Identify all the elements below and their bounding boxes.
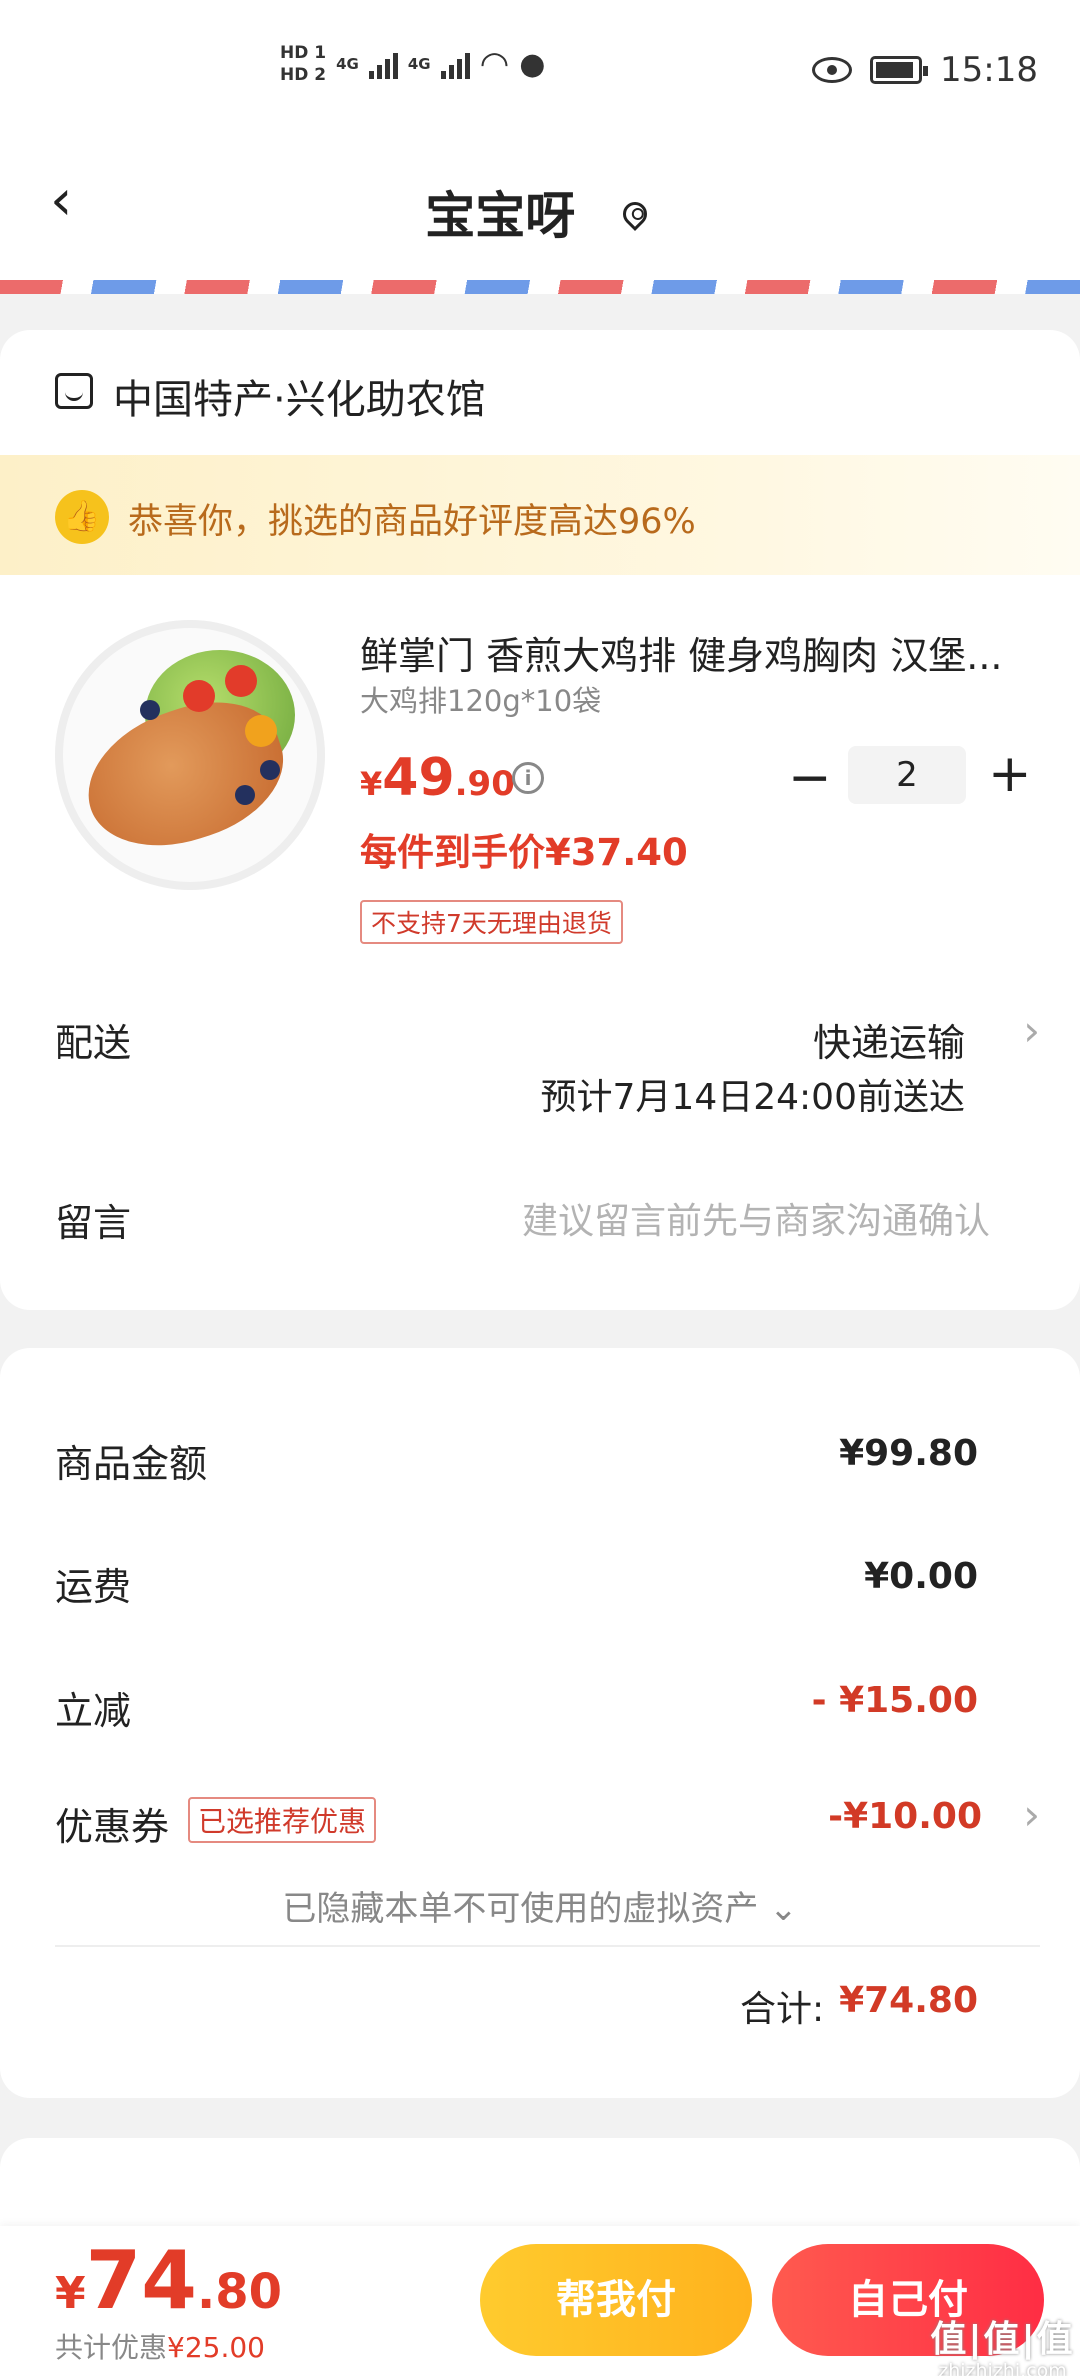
product-price: ¥49.90 (360, 748, 515, 808)
chevron-right-icon[interactable]: › (1023, 1006, 1040, 1055)
total-saved: 共计优惠¥25.00 (55, 2331, 265, 2364)
hd2-indicator: HD 2 (280, 65, 327, 85)
delivery-method[interactable]: 快递运输 (813, 1012, 965, 1067)
message-label: 留言 (55, 1201, 132, 1245)
wifi-icon: ◠ (479, 44, 510, 84)
shop-icon (55, 373, 93, 409)
order-item-card: 中国特产·兴化助农馆 👍 恭喜你，挑选的商品好评度高达96% 鲜掌门 香煎大鸡排… (0, 330, 1080, 1310)
product-image[interactable] (55, 620, 325, 890)
airmail-border-decoration (0, 280, 1080, 294)
coupon-value[interactable]: -¥10.00 (828, 1796, 982, 1837)
quantity-input[interactable]: 2 (848, 746, 966, 804)
eye-comfort-icon (812, 57, 853, 83)
product-title[interactable]: 鲜掌门 香煎大鸡排 健身鸡胸肉 汉堡... (360, 625, 1010, 680)
nav-bar: ‹ 宝宝呀 (0, 150, 1080, 280)
unit-price: 每件到手价¥37.40 (360, 831, 688, 874)
delivery-label: 配送 (55, 1021, 132, 1065)
watermark: 值|值|值 zhizhizhi.com (930, 2319, 1075, 2376)
chevron-right-icon[interactable]: › (1023, 1790, 1040, 1839)
battery-icon (870, 56, 929, 84)
status-bar: HD 1 HD 2 4G 4G ◠ ● 15:18 (0, 0, 1080, 150)
shipping-fee-label: 运费 (55, 1565, 132, 1609)
message-input[interactable]: 建议留言前先与商家沟通确认 (522, 1192, 990, 1244)
price-summary-card: 商品金额 ¥99.80 运费 ¥0.00 立减 - ¥15.00 优惠券 已选推… (0, 1348, 1080, 2098)
status-right: 15:18 (812, 50, 1038, 90)
total-value: ¥74.80 (839, 1980, 978, 2021)
hidden-assets-toggle[interactable]: 已隐藏本单不可使用的虚拟资产 ⌄ (0, 1881, 1080, 1930)
shop-name[interactable]: 中国特产·兴化助农馆 (113, 367, 486, 425)
pay-total: ¥74.80 (55, 2234, 282, 2327)
coupon-badge: 已选推荐优惠 (188, 1797, 377, 1843)
hd1-indicator: HD 1 (280, 43, 327, 63)
network-type-2: 4G (407, 55, 431, 73)
goods-amount-label: 商品金额 (55, 1442, 208, 1486)
return-policy-badge: 不支持7天无理由退货 (360, 900, 623, 944)
divider (55, 1945, 1040, 1947)
network-type-1: 4G (336, 55, 359, 73)
signal-icon (440, 49, 470, 79)
thumbs-up-icon: 👍 (55, 490, 109, 544)
coupon-label: 优惠券 (55, 1805, 170, 1849)
product-spec[interactable]: 大鸡排120g*10袋 (360, 678, 601, 720)
message-bubble-icon: ● (519, 46, 546, 82)
rating-banner: 👍 恭喜你，挑选的商品好评度高达96% (0, 455, 1080, 575)
network-indicators: HD 1 HD 2 4G 4G ◠ ● (280, 42, 545, 86)
discount-label: 立减 (55, 1689, 132, 1733)
signal-icon (368, 49, 398, 79)
clock: 15:18 (940, 50, 1038, 90)
shipping-fee-value: ¥0.00 (864, 1556, 978, 1597)
help-me-pay-button[interactable]: 帮我付 (480, 2244, 752, 2356)
rating-banner-text: 恭喜你，挑选的商品好评度高达96% (128, 502, 696, 542)
delivery-eta: 预计7月14日24:00前送达 (540, 1077, 965, 1118)
info-icon[interactable]: i (512, 762, 544, 794)
total-label: 合计: (740, 1989, 825, 2030)
sim-hd-indicators: HD 1 HD 2 (280, 42, 326, 86)
goods-amount-value: ¥99.80 (839, 1433, 978, 1474)
recipient-name: 宝宝呀 (425, 187, 576, 245)
increase-quantity-button[interactable]: + (988, 744, 1032, 804)
decrease-quantity-button[interactable]: − (788, 748, 832, 808)
bottom-pay-bar: ¥74.80 共计优惠¥25.00 帮我付 自己付 (0, 2226, 1080, 2376)
location-pin-icon (615, 196, 655, 240)
page-title[interactable]: 宝宝呀 (0, 176, 1080, 248)
discount-value: - ¥15.00 (811, 1680, 978, 1721)
